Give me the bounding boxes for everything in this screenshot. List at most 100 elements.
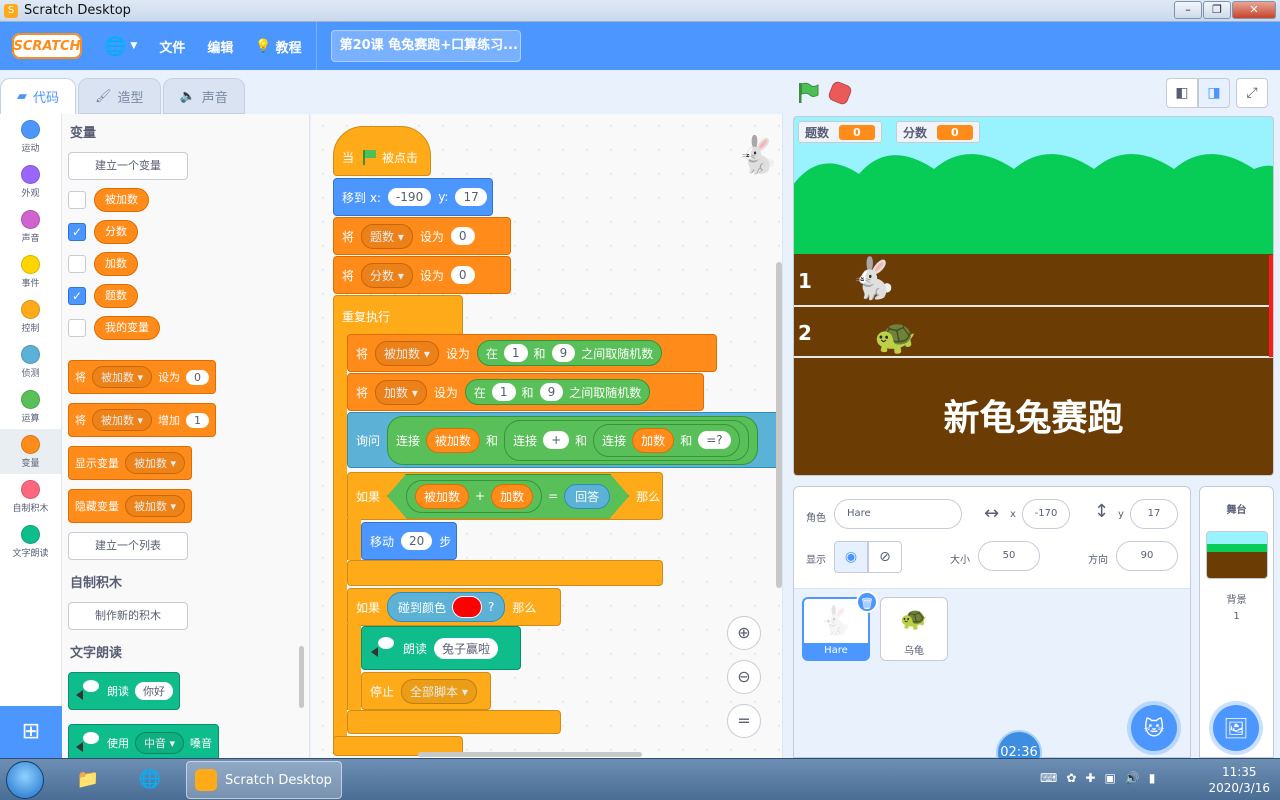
make-variable-button[interactable]: 建立一个变量 bbox=[68, 152, 188, 180]
keyboard-icon[interactable]: ⌨ bbox=[1040, 771, 1057, 785]
join-reporter[interactable]: 连接 加数 和 =? bbox=[593, 423, 740, 457]
add-operator[interactable]: 被加数 + 加数 bbox=[406, 479, 543, 513]
stage-canvas[interactable]: 1 2 🐇 🐢 新龟兔赛跑 题数 0 分数 0 bbox=[793, 116, 1274, 476]
variable-monitor-checkbox[interactable]: ✓ bbox=[68, 287, 86, 305]
join-reporter[interactable]: 连接 + 和 连接 加数 和 =? bbox=[504, 419, 749, 461]
set-score-block[interactable]: 将 分数 ▾ 设为 0 bbox=[333, 256, 511, 294]
speak-block[interactable]: 朗读 兔子赢啦 bbox=[361, 626, 521, 670]
variable-reporter[interactable]: 题数 bbox=[94, 284, 138, 308]
addend1-reporter[interactable]: 被加数 bbox=[426, 427, 481, 453]
touching-color-reporter[interactable]: 碰到颜色 ? bbox=[387, 592, 506, 622]
score-monitor[interactable]: 分数 0 bbox=[896, 121, 980, 143]
variable-monitor-checkbox[interactable] bbox=[68, 255, 86, 273]
category-5[interactable]: 侦测 bbox=[0, 339, 61, 384]
variable-monitor-checkbox[interactable] bbox=[68, 319, 86, 337]
y-input[interactable]: 17 bbox=[455, 188, 487, 206]
equals-text-input[interactable]: =? bbox=[698, 431, 731, 449]
size-input[interactable]: 50 bbox=[978, 541, 1040, 571]
workspace-vertical-scrollbar[interactable] bbox=[776, 262, 782, 588]
clock[interactable]: 11:35 2020/3/16 bbox=[1208, 764, 1270, 796]
value-input[interactable]: 0 bbox=[450, 227, 475, 245]
speak-text-input[interactable]: 你好 bbox=[135, 682, 173, 700]
y-input[interactable]: 17 bbox=[1130, 499, 1178, 529]
maximize-button[interactable]: ❐ bbox=[1203, 1, 1231, 19]
variable-dropdown[interactable]: 加数 ▾ bbox=[375, 379, 427, 405]
tab-sounds[interactable]: 🔈 声音 bbox=[162, 78, 245, 114]
category-8[interactable]: 自制积木 bbox=[0, 474, 61, 519]
if-answer-correct-block[interactable]: 如果 被加数 + 加数 = 回答 那么 bbox=[347, 472, 663, 520]
variable-dropdown[interactable]: 题数 ▾ bbox=[361, 223, 413, 249]
category-7[interactable]: 变量 bbox=[0, 429, 61, 474]
set-questions-block[interactable]: 将 题数 ▾ 设为 0 bbox=[333, 217, 511, 255]
variable-reporter[interactable]: 我的变量 bbox=[94, 316, 160, 340]
sprite-thumb-turtle[interactable]: 🐢 乌龟 bbox=[880, 597, 948, 661]
palette-hide-variable-block[interactable]: 隐藏变量 被加数 ▾ bbox=[68, 489, 193, 523]
variable-dropdown[interactable]: 被加数 ▾ bbox=[125, 452, 186, 474]
small-stage-button[interactable]: ◧ bbox=[1166, 78, 1198, 108]
category-9[interactable]: 文字朗读 bbox=[0, 519, 61, 564]
delete-icon[interactable]: 🗑 bbox=[856, 591, 878, 613]
category-0[interactable]: 运动 bbox=[0, 114, 61, 159]
variable-dropdown[interactable]: 被加数 ▾ bbox=[92, 409, 153, 431]
category-2[interactable]: 声音 bbox=[0, 204, 61, 249]
random-from-input[interactable]: 1 bbox=[503, 344, 528, 362]
zoom-in-button[interactable]: ⊕ bbox=[727, 616, 761, 650]
scratch-logo[interactable]: SCRATCH bbox=[12, 33, 82, 59]
category-3[interactable]: 事件 bbox=[0, 249, 61, 294]
file-explorer-icon[interactable]: 📁 bbox=[68, 763, 108, 797]
voice-dropdown[interactable]: 中音 ▾ bbox=[135, 732, 185, 754]
random-reporter[interactable]: 在 1 和 9 之间取随机数 bbox=[476, 340, 663, 366]
value-input[interactable]: 0 bbox=[450, 266, 475, 284]
tutorials-menu[interactable]: 💡 教程 bbox=[255, 37, 301, 56]
move-steps-block[interactable]: 移动 20 步 bbox=[361, 522, 457, 560]
zoom-out-button[interactable]: ⊖ bbox=[727, 660, 761, 694]
add-backdrop-button[interactable]: 🖼 bbox=[1213, 705, 1259, 751]
random-to-input[interactable]: 9 bbox=[539, 383, 564, 401]
add-extension-button[interactable]: ⊞ bbox=[0, 706, 62, 758]
edit-menu[interactable]: 编辑 bbox=[207, 37, 233, 56]
x-input[interactable]: -170 bbox=[1022, 499, 1070, 529]
palette-scrollbar[interactable] bbox=[299, 646, 304, 708]
category-4[interactable]: 控制 bbox=[0, 294, 61, 339]
turtle-sprite[interactable]: 🐢 bbox=[874, 317, 916, 357]
tab-costumes[interactable]: 🖌 造型 bbox=[78, 78, 161, 114]
random-to-input[interactable]: 9 bbox=[551, 344, 576, 362]
palette-voice-block[interactable]: 使用 中音 ▾ 嗓音 bbox=[68, 724, 220, 758]
backdrop-thumb[interactable] bbox=[1206, 531, 1268, 579]
value-input[interactable]: 1 bbox=[186, 412, 210, 428]
sprite-thumb-hare[interactable]: 🐇 Hare 🗑 bbox=[802, 591, 878, 661]
palette-change-variable-block[interactable]: 将 被加数 ▾ 增加 1 bbox=[68, 403, 217, 437]
browser-icon[interactable]: 🌐 bbox=[130, 763, 170, 797]
palette-show-variable-block[interactable]: 显示变量 被加数 ▾ bbox=[68, 446, 193, 480]
forever-block[interactable]: 重复执行 bbox=[333, 295, 463, 337]
addend2-reporter[interactable]: 加数 bbox=[632, 427, 675, 453]
join-reporter[interactable]: 连接 被加数 和 连接 + 和 连接 加数 和 =? bbox=[387, 415, 758, 465]
close-button[interactable]: ✕ bbox=[1232, 1, 1276, 19]
flower-icon[interactable]: ✿ bbox=[1066, 771, 1076, 785]
tab-code[interactable]: ▰ 代码 bbox=[0, 78, 77, 114]
goto-xy-block[interactable]: 移到 x: -190 y: 17 bbox=[333, 178, 493, 216]
variable-reporter[interactable]: 分数 bbox=[94, 220, 138, 244]
variable-dropdown[interactable]: 被加数 ▾ bbox=[125, 495, 186, 517]
variable-monitor-checkbox[interactable] bbox=[68, 191, 86, 209]
answer-reporter[interactable]: 回答 bbox=[564, 483, 611, 509]
steps-input[interactable]: 20 bbox=[401, 532, 433, 550]
category-1[interactable]: 外观 bbox=[0, 159, 61, 204]
language-menu[interactable]: 🌐 ▼ bbox=[104, 36, 137, 57]
random-from-input[interactable]: 1 bbox=[491, 383, 516, 401]
if-touching-color-block[interactable]: 如果 碰到颜色 ? 那么 bbox=[347, 588, 561, 626]
stop-dropdown[interactable]: 全部脚本 ▾ bbox=[401, 678, 477, 704]
set-addend1-random-block[interactable]: 将 被加数 ▾ 设为 在 1 和 9 之间取随机数 bbox=[347, 334, 717, 372]
plus-text-input[interactable]: + bbox=[543, 431, 570, 449]
direction-input[interactable]: 90 bbox=[1116, 541, 1178, 571]
plus-icon[interactable]: ✚ bbox=[1085, 771, 1095, 785]
workspace-horizontal-scrollbar[interactable] bbox=[418, 752, 642, 757]
palette-speak-block[interactable]: 朗读 你好 bbox=[68, 672, 180, 710]
sprite-name-input[interactable]: Hare bbox=[834, 499, 962, 529]
stop-all-block[interactable]: 停止 全部脚本 ▾ bbox=[361, 672, 491, 710]
file-menu[interactable]: 文件 bbox=[159, 37, 185, 56]
x-input[interactable]: -190 bbox=[387, 188, 432, 206]
hare-sprite[interactable]: 🐇 bbox=[848, 255, 898, 302]
questions-monitor[interactable]: 题数 0 bbox=[798, 121, 882, 143]
variable-reporter[interactable]: 加数 bbox=[94, 252, 138, 276]
